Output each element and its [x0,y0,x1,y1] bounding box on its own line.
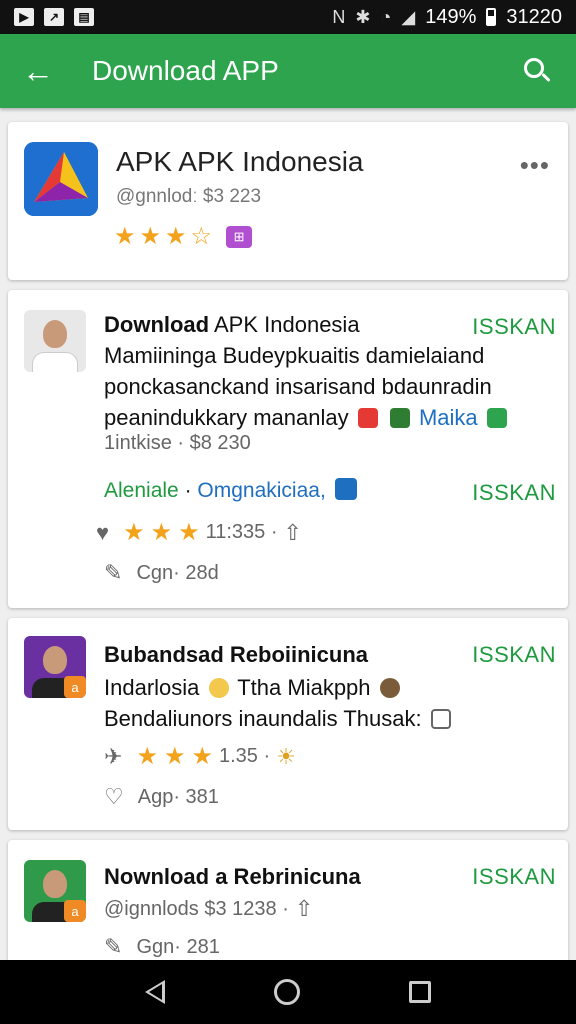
search-icon[interactable] [520,54,554,88]
gift-icon [357,408,378,428]
star-icon: ★ [139,223,162,250]
post-meta: @ignnlods $3 1238 · ⇧ [104,896,314,922]
app-bar: ← Download APP [0,34,576,108]
comment-icon: ✎ [104,560,123,585]
nav-home-icon[interactable] [273,979,300,1005]
star-icon: ★ [123,519,145,546]
app-logo-icon [24,142,98,216]
clover-icon [389,408,410,428]
app-meta: @gnnlodː $3 223 [116,186,262,207]
tag-links: Aleniale · Omgnakiciaa, [104,478,360,503]
likes-row[interactable]: ♡ Agp· 381 [104,784,219,810]
sync-icon: ↗ [44,8,64,26]
post-stats: ♥ ★ ★ ★ 11:335 · ⇧ [96,519,302,546]
download-icon: ▤ [74,8,94,26]
star-icon: ★ [178,519,200,546]
nav-back-icon[interactable] [144,980,165,1004]
app-badge-icon: a [64,900,86,922]
star-icon: ★ [165,223,187,250]
post-author: Download APK Indonesia [104,312,360,337]
comment-icon: ✎ [104,934,123,959]
post-author: Nownload a Rebrinicuna [104,864,361,889]
featured-app-card[interactable]: APK APK Indonesia ••• @gnnlodː $3 223 ★ … [8,122,568,280]
tag-link-green[interactable]: Aleniale [104,479,179,502]
maika-link[interactable]: Maika [419,405,478,430]
heart-outline-icon: ♡ [104,784,124,809]
post-card[interactable]: Download APK Indonesia ISSKAN Mamiininga… [8,290,568,608]
post-meta: 1intkise · $8 230 [104,432,251,454]
app-badge-icon: a [64,676,86,698]
install-button[interactable]: ISSKAN [472,314,556,340]
media-icon [334,478,357,500]
post-author: Bubandsad Reboiinicuna [104,642,369,667]
comments-row[interactable]: ✎ Cgn· 28d [104,560,219,586]
star-icon: ★ [114,223,136,250]
install-button[interactable]: ISSKAN [472,642,556,668]
heart-icon[interactable]: ♥ [96,520,109,546]
clock: 31220 [506,5,562,28]
wifi-icon: ◔ [380,6,392,27]
star-icon: ★ [163,743,186,770]
battery-icon [486,8,497,26]
page-title: Download APP [92,55,279,86]
signal-icon: ◢ [401,6,416,27]
comments-row[interactable]: ✎ Ggn· 281 [104,934,220,960]
post-card[interactable]: a Nownload a Rebrinicuna ISSKAN @ignnlod… [8,840,568,970]
emoji-icon [379,678,400,698]
install-button[interactable]: ISSKAN [472,864,556,890]
avatar: a [24,636,86,698]
bluetooth-icon: ✱ [355,6,371,27]
nav-recent-apps-icon[interactable] [409,981,432,1003]
app-title: APK APK Indonesia [116,146,364,177]
post-description: Mamiininga Budeypkuaitis damielaiand pon… [104,340,544,433]
system-nav-bar [0,960,576,1024]
post-card[interactable]: a Bubandsad Reboiinicuna ISSKAN Indarlos… [8,618,568,830]
battery-percent: 149% [425,5,477,28]
avatar: a [24,860,86,922]
star-icon: ★ [150,519,173,546]
game-badge-icon: ⊞ [226,225,253,248]
more-options-icon[interactable]: ••• [520,150,550,181]
sun-icon: ☀ [276,743,296,769]
back-arrow-icon[interactable]: ← [22,55,62,87]
share-icon[interactable]: ✈ [104,744,122,770]
post-description: Indarlosia Ttha Miakpph Bendaliunors ina… [104,672,544,734]
thumbs-up-icon[interactable] [430,709,451,729]
install-button[interactable]: ISSKAN [472,480,556,506]
post-stats: ✈ ★ ★ ★ 1.35 · ☀ [104,743,296,770]
star-icon: ★ [191,743,213,770]
star-icon: ★ [136,743,158,770]
tag-link-blue[interactable]: Omgnakiciaa, [197,479,325,502]
avatar [24,310,86,372]
thumbs-up-icon[interactable]: ⇧ [295,896,313,922]
photo-icon: ▶ [14,8,34,26]
thumbs-up-icon[interactable]: ⇧ [284,520,302,546]
star-empty-icon: ☆ [190,223,213,250]
nfc-icon: N [332,6,346,27]
notification-icons: ▶ ↗ ▤ [14,8,94,26]
emoji-icon [208,678,229,698]
status-bar: ▶ ↗ ▤ N ✱ ◔ ◢ 149% 31220 [0,0,576,34]
calendar-icon [486,408,507,428]
rating: ★ ★ ★ ☆ ⊞ [114,222,253,251]
